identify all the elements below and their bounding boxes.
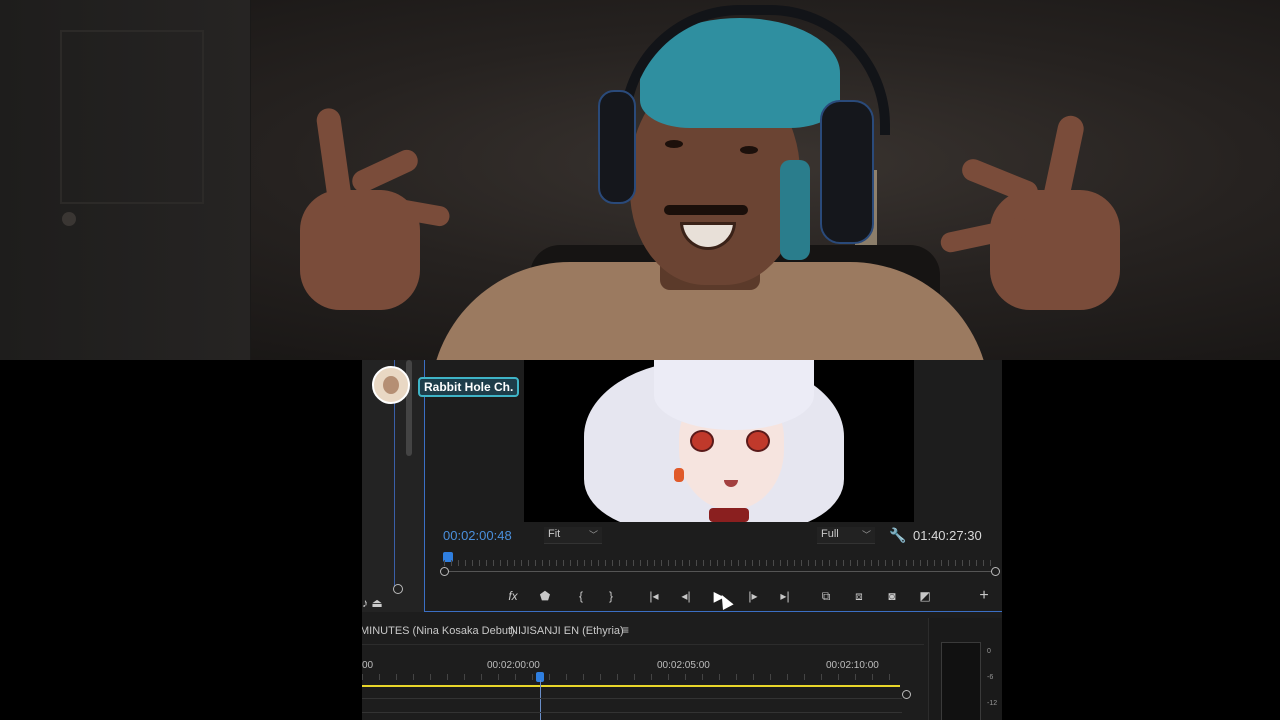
- zoom-select[interactable]: Fit ﹀: [544, 527, 602, 544]
- zoom-select-value: Fit: [548, 528, 561, 540]
- wrench-icon[interactable]: 🔧: [889, 527, 906, 544]
- timeline-playhead-line: [540, 680, 541, 720]
- tab-menu-icon[interactable]: ≡: [622, 623, 629, 637]
- plus-icon[interactable]: +: [973, 586, 995, 606]
- tab-sequence-2[interactable]: NIJISANJI EN (Ethyria): [510, 625, 624, 637]
- source-toolbar-icons[interactable]: ♪ ⏏: [362, 596, 383, 610]
- channel-avatar: [372, 366, 410, 404]
- timeline-zoom-handle[interactable]: [902, 690, 911, 699]
- door-knob: [62, 212, 76, 226]
- timeline-track[interactable]: [362, 698, 902, 699]
- monitor-zoom-bar[interactable]: [444, 571, 994, 572]
- chevron-down-icon: ﹀: [588, 530, 598, 540]
- mustache: [664, 205, 748, 215]
- marker-icon[interactable]: ⬟: [534, 586, 556, 606]
- bandana-tail: [780, 160, 810, 260]
- zoom-handle-left[interactable]: [440, 567, 449, 576]
- mark-out-icon[interactable]: }: [600, 586, 622, 606]
- timeline-track[interactable]: [362, 712, 902, 713]
- program-video-frame: [524, 360, 914, 522]
- resolution-select-value: Full: [821, 528, 839, 540]
- character-collar: [709, 508, 749, 522]
- audio-meter: [941, 642, 981, 720]
- right-eye: [740, 146, 758, 154]
- timeline-ruler[interactable]: [362, 674, 902, 680]
- extract-icon[interactable]: ⧈: [848, 586, 870, 606]
- character-earring: [674, 468, 684, 482]
- character-left-eye: [690, 430, 714, 452]
- headphone-right: [820, 100, 874, 244]
- headphone-left: [598, 90, 636, 204]
- audio-meter-panel: 0 -6 -12: [928, 618, 1002, 720]
- resolution-select[interactable]: Full ﹀: [817, 527, 875, 544]
- duration-timecode: 01:40:27:30: [913, 528, 982, 543]
- step-back-icon[interactable]: ◂|: [675, 586, 697, 606]
- video-editor-panel: Rabbit Hole Ch. 00:02:00:48 Fit ﹀ Full ﹀…: [362, 360, 1002, 720]
- camera-icon[interactable]: ◙: [881, 586, 903, 606]
- compare-icon[interactable]: ◩: [914, 586, 936, 606]
- left-eye: [665, 140, 683, 148]
- monitor-time-ruler[interactable]: [444, 560, 994, 566]
- playhead-timecode[interactable]: 00:02:00:48: [443, 528, 512, 543]
- door-panel: [60, 30, 204, 204]
- timeline-tick-label: 00: [362, 660, 374, 671]
- webcam-video: [0, 0, 1280, 360]
- timeline-tick-label: 00:02:10:00: [826, 660, 879, 671]
- timeline-tab-bar: MINUTES (Nina Kosaka Debut) NIJISANJI EN…: [362, 618, 924, 645]
- go-to-in-icon[interactable]: |◂: [643, 586, 665, 606]
- left-finger: [348, 146, 422, 196]
- work-area-bar[interactable]: [362, 685, 900, 687]
- step-forward-icon[interactable]: |▸: [742, 586, 764, 606]
- character-right-eye: [746, 430, 770, 452]
- source-zoom-handle[interactable]: [393, 584, 403, 594]
- background-door: [0, 0, 251, 360]
- zoom-handle-right[interactable]: [991, 567, 1000, 576]
- lift-icon[interactable]: ⧉: [815, 586, 837, 606]
- meter-label: 0: [987, 648, 991, 655]
- tab-sequence-1[interactable]: MINUTES (Nina Kosaka Debut): [362, 625, 515, 637]
- channel-name: Rabbit Hole Ch.: [418, 377, 520, 397]
- go-to-out-icon[interactable]: ▸|: [774, 586, 796, 606]
- character-bangs: [654, 360, 814, 430]
- mark-in-icon[interactable]: {: [570, 586, 592, 606]
- chevron-down-icon: ﹀: [861, 530, 871, 540]
- fx-button[interactable]: fx: [502, 586, 524, 606]
- meter-label: -12: [987, 700, 998, 707]
- timeline-tick-label: 00:02:05:00: [657, 660, 710, 671]
- meter-label: -6: [987, 674, 994, 681]
- right-finger: [958, 155, 1042, 207]
- timeline-tick-label: 00:02:00:00: [487, 660, 540, 671]
